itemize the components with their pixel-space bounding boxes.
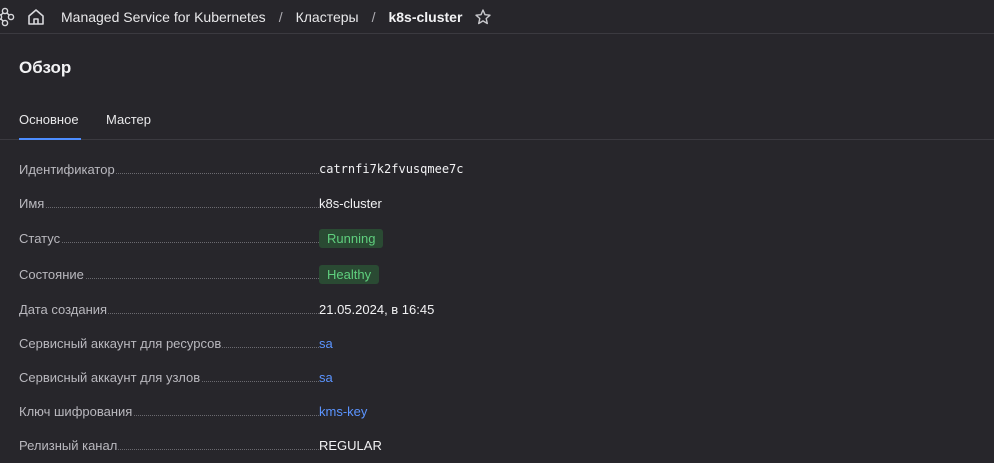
cluster-name-value: k8s-cluster xyxy=(319,195,382,211)
property-row-kms-key: Ключ шифрования kms-key xyxy=(19,393,979,429)
property-row-sa-resources: Сервисный аккаунт для ресурсов sa xyxy=(19,325,979,361)
property-row-status: Статус Running xyxy=(19,220,979,256)
property-label: Сервисный аккаунт для ресурсов xyxy=(19,335,223,351)
tab-bar: Основное Мастер xyxy=(0,102,994,140)
property-row-created: Дата создания 21.05.2024, в 16:45 xyxy=(19,291,979,327)
page-title: Обзор xyxy=(19,58,72,77)
star-icon[interactable] xyxy=(474,8,492,26)
created-date-value: 21.05.2024, в 16:45 xyxy=(319,301,435,317)
property-row-health: Состояние Healthy xyxy=(19,256,979,292)
sa-resources-link[interactable]: sa xyxy=(319,336,333,351)
home-icon[interactable] xyxy=(25,6,47,28)
breadcrumb-clusters[interactable]: Кластеры xyxy=(296,9,359,25)
tab-main[interactable]: Основное xyxy=(19,102,81,140)
status-badge: Running xyxy=(319,228,384,248)
leader-dots xyxy=(19,242,319,243)
property-label: Статус xyxy=(19,230,62,246)
breadcrumb-separator: / xyxy=(371,9,376,25)
breadcrumb-separator: / xyxy=(278,9,283,25)
cluster-id-value: catrnfi7k2fvusqmee7c xyxy=(319,162,464,176)
property-label: Сервисный аккаунт для узлов xyxy=(19,369,202,385)
property-label: Имя xyxy=(19,195,46,211)
health-badge: Healthy xyxy=(319,264,380,284)
property-row-release-channel: Релизный канал REGULAR xyxy=(19,427,979,463)
sa-nodes-link[interactable]: sa xyxy=(319,370,333,385)
kms-key-link[interactable]: kms-key xyxy=(319,404,367,419)
property-row-sa-nodes: Сервисный аккаунт для узлов sa xyxy=(19,359,979,395)
property-label: Состояние xyxy=(19,266,85,282)
breadcrumb-service[interactable]: Managed Service for Kubernetes xyxy=(61,9,266,25)
tab-master[interactable]: Мастер xyxy=(106,102,151,140)
property-label: Идентификатор xyxy=(19,161,116,177)
top-bar: Managed Service for Kubernetes / Кластер… xyxy=(0,0,994,34)
nodes-icon[interactable] xyxy=(0,6,16,28)
property-label: Дата создания xyxy=(19,301,109,317)
property-label: Релизный канал xyxy=(19,437,119,453)
breadcrumb: Managed Service for Kubernetes / Кластер… xyxy=(61,0,492,34)
release-channel-value: REGULAR xyxy=(319,437,382,453)
property-label: Ключ шифрования xyxy=(19,403,134,419)
property-row-id: Идентификатор catrnfi7k2fvusqmee7c xyxy=(19,151,979,187)
leader-dots xyxy=(19,207,319,208)
property-row-name: Имя k8s-cluster xyxy=(19,185,979,221)
breadcrumb-cluster: k8s-cluster xyxy=(388,9,463,25)
